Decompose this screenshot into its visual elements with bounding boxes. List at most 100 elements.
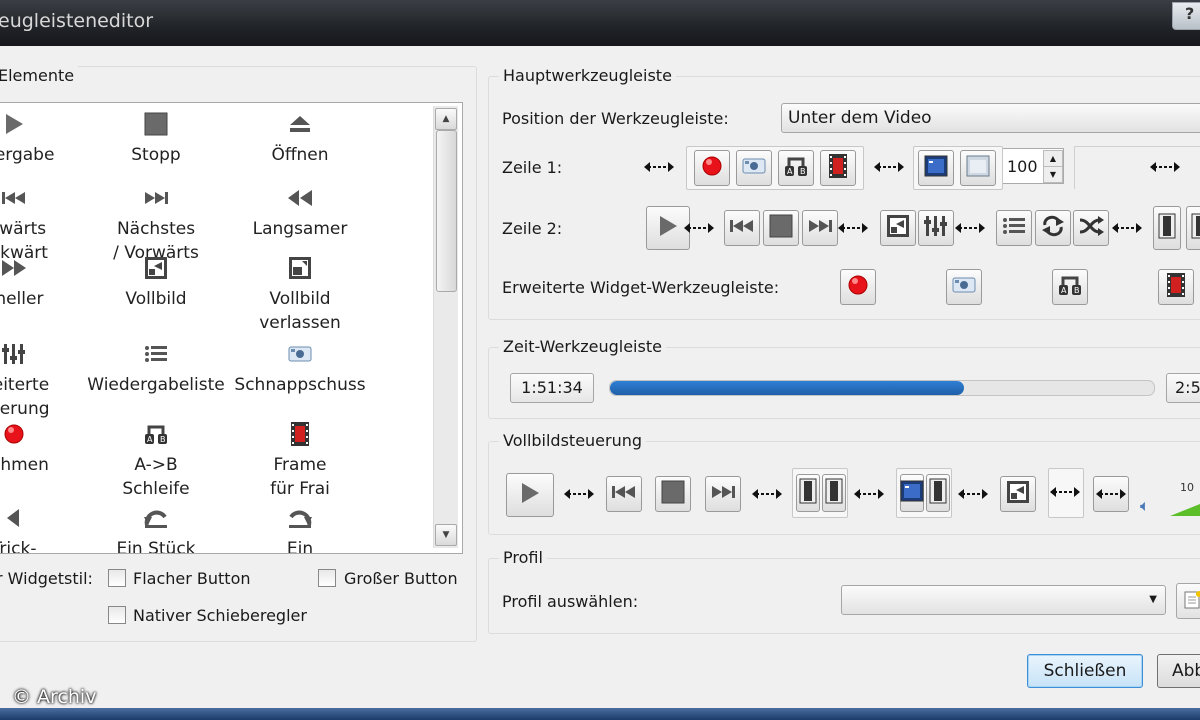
spacer-icon[interactable] — [564, 486, 594, 502]
fs-spacer-button[interactable] — [1093, 476, 1129, 512]
new-profile-button[interactable] — [1176, 583, 1200, 619]
time-toolbar-title: Zeit-Werkzeugleiste — [499, 337, 666, 356]
spacer-icon[interactable] — [854, 486, 884, 502]
position-select[interactable]: Unter dem Video — [781, 103, 1200, 133]
media-info-button[interactable] — [918, 150, 954, 186]
next-button[interactable] — [802, 210, 838, 246]
playlist-button[interactable] — [996, 210, 1032, 246]
fs-play-button[interactable] — [506, 473, 554, 517]
list-item-label[interactable]: Trick- — [0, 537, 89, 553]
spin-down-button[interactable]: ▼ — [1043, 166, 1063, 183]
fs-frame-strip-2-button[interactable] — [822, 474, 846, 512]
list-item-label[interactable]: A->B Schleife — [81, 453, 231, 501]
elapsed-time[interactable]: 1:51:34 — [510, 373, 594, 403]
elements-list[interactable]: edergabeStoppÖffnenorwärtsückwärtNächste… — [0, 102, 463, 554]
list-item-label[interactable]: Ein Stück — [81, 537, 231, 553]
advanced-widget-label: Erweiterte Widget-Werkzeugleiste: — [502, 278, 780, 297]
list-item-label[interactable]: Ein — [225, 537, 375, 553]
frame-strip-icon — [825, 478, 843, 508]
list-item-label[interactable]: Vollbild verlassen — [225, 287, 375, 335]
scroll-thumb[interactable] — [436, 130, 457, 292]
frame-strip-button[interactable] — [1153, 206, 1181, 250]
volume-slider[interactable] — [1170, 500, 1200, 516]
fullscreen-button[interactable] — [880, 210, 916, 246]
play-icon — [519, 481, 541, 509]
scroll-up-button[interactable]: ▲ — [435, 108, 457, 130]
adv-ab-loop-button[interactable]: AB — [1052, 269, 1088, 305]
adv-snapshot-button[interactable] — [946, 269, 982, 305]
native-slider-checkbox[interactable] — [108, 606, 126, 624]
spacer-icon[interactable] — [644, 159, 674, 175]
extended-controls-button[interactable] — [918, 210, 954, 246]
window-button[interactable] — [960, 150, 996, 186]
fs-stop-button[interactable] — [655, 476, 691, 512]
remaining-time[interactable]: 2:5 — [1166, 373, 1200, 403]
play-icon — [657, 214, 679, 242]
volume-spinbox[interactable]: 100 ▲ ▼ — [1002, 148, 1064, 184]
taskbar-strip — [0, 708, 1200, 720]
speaker-icon[interactable]: 🔈︎ — [1140, 496, 1150, 516]
spacer-icon[interactable] — [874, 159, 904, 175]
spacer-icon[interactable] — [955, 220, 985, 236]
help-button[interactable]: ? — [1172, 2, 1200, 30]
list-item-label[interactable]: Langsamer — [225, 217, 375, 241]
playlist-icon — [1002, 216, 1026, 240]
profile-select[interactable]: ▼ — [841, 585, 1166, 615]
list-item-label[interactable]: weiterteeuerung — [0, 373, 89, 421]
fs-fullscreen-button[interactable] — [1000, 476, 1036, 512]
adv-frame-by-frame-button[interactable] — [1158, 269, 1194, 305]
fs-next-button[interactable] — [705, 476, 741, 512]
big-button-checkbox[interactable] — [318, 569, 336, 587]
shuffle-button[interactable] — [1073, 210, 1109, 246]
fs-media-info-button[interactable] — [900, 474, 924, 512]
volume-level-label: 10 — [1180, 481, 1194, 494]
spin-up-button[interactable]: ▲ — [1043, 150, 1063, 167]
list-item-label[interactable]: Stopp — [81, 143, 231, 167]
snapshot-button[interactable] — [736, 150, 772, 186]
window-icon — [966, 155, 990, 181]
record-button[interactable] — [694, 150, 730, 186]
fullscreen-icon — [1006, 480, 1030, 508]
previous-button[interactable] — [724, 210, 760, 246]
frame-strip-2-button[interactable] — [1186, 206, 1200, 250]
fs-frame-strip-3-button[interactable] — [926, 474, 950, 512]
flat-button-checkbox[interactable] — [108, 569, 126, 587]
fs-previous-button[interactable] — [606, 476, 642, 512]
stop-button[interactable] — [763, 210, 799, 246]
spacer-icon[interactable] — [752, 486, 782, 502]
scroll-down-button[interactable]: ▼ — [435, 524, 457, 546]
frame-by-frame-button[interactable] — [820, 150, 856, 186]
next-icon — [807, 217, 833, 239]
list-item-label[interactable]: Wiedergabeliste — [81, 373, 231, 397]
spacer-icon[interactable] — [1050, 484, 1080, 500]
list-item-label[interactable]: hneller — [0, 287, 89, 311]
fs-frame-strip-button[interactable] — [796, 474, 820, 512]
media-info-icon — [900, 480, 924, 506]
next-icon — [710, 483, 736, 505]
list-item-label[interactable]: Schnappschuss — [225, 373, 375, 397]
list-scrollbar[interactable]: ▲ ▼ — [433, 106, 458, 548]
list-item-label[interactable]: Frame für Frai — [225, 453, 375, 501]
list-item-label[interactable]: Öffnen — [225, 143, 375, 167]
watermark: © Archiv — [12, 686, 97, 708]
shuffle-icon — [1078, 215, 1104, 241]
cancel-button[interactable]: Abb — [1157, 654, 1200, 688]
record-icon — [1, 421, 27, 447]
step-back-icon — [143, 505, 169, 531]
spacer-icon[interactable] — [838, 220, 868, 236]
list-item-label[interactable]: edergabe — [0, 143, 89, 167]
line1-label: Zeile 1: — [502, 158, 563, 177]
list-item-label[interactable]: nehmen — [0, 453, 89, 477]
spacer-icon[interactable] — [1112, 220, 1142, 236]
ab-loop-button[interactable]: AB — [778, 150, 814, 186]
line1-empty-slot — [1074, 146, 1200, 189]
seek-bar[interactable] — [609, 380, 1155, 396]
adv-record-button[interactable] — [840, 269, 876, 305]
list-item-label[interactable]: Vollbild — [81, 287, 231, 311]
spacer-icon[interactable] — [684, 220, 714, 236]
spacer-icon[interactable] — [958, 486, 988, 502]
close-button[interactable]: Schließen — [1027, 654, 1143, 688]
spacer-icon[interactable] — [1150, 159, 1180, 175]
svg-text:B: B — [1074, 286, 1080, 295]
loop-button[interactable] — [1035, 210, 1071, 246]
